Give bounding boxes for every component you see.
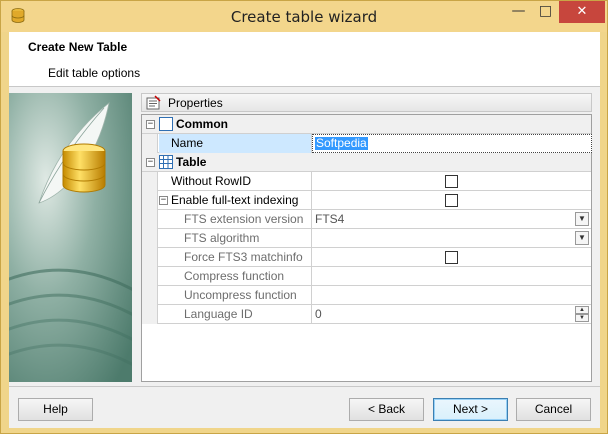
property-label: Without RowID <box>159 172 312 191</box>
page-title: Create New Table <box>28 40 128 54</box>
fts-algorithm-dropdown-icon[interactable]: ▼ <box>575 231 589 245</box>
row-gutter <box>142 248 158 267</box>
name-input[interactable]: Softpedia <box>312 134 592 153</box>
row-gutter <box>142 172 158 191</box>
spin-down-icon[interactable]: ▼ <box>575 314 589 322</box>
fts-algorithm-value[interactable] <box>313 229 591 248</box>
property-label: Uncompress function <box>159 286 312 305</box>
help-button[interactable]: Help <box>18 398 93 421</box>
property-row-enable-fts[interactable]: − Enable full-text indexing <box>142 191 591 210</box>
fts-version-value[interactable]: FTS4 <box>313 210 591 229</box>
close-button[interactable]: ✕ <box>559 1 605 23</box>
collapse-table-icon[interactable]: − <box>146 158 155 167</box>
property-row-fts-version[interactable]: FTS extension version FTS4 ▼ <box>142 210 591 229</box>
minimize-button[interactable]: — <box>505 1 532 23</box>
wizard-header: Create New Table Edit table options <box>9 32 600 87</box>
property-row-force-fts3[interactable]: Force FTS3 matchinfo <box>142 248 591 267</box>
category-table[interactable]: − Table <box>142 153 591 172</box>
wizard-side-image <box>9 93 132 382</box>
cancel-button[interactable]: Cancel <box>516 398 591 421</box>
table-grid-icon <box>159 155 173 169</box>
back-button[interactable]: < Back <box>349 398 424 421</box>
row-gutter <box>142 210 158 229</box>
property-row-without-rowid[interactable]: Without RowID <box>142 172 591 191</box>
property-label: Name <box>159 134 312 153</box>
uncompress-function-value[interactable] <box>313 286 591 305</box>
collapse-common-icon[interactable]: − <box>146 120 155 129</box>
row-gutter <box>142 229 158 248</box>
property-row-name[interactable]: Name Softpedia <box>142 134 592 153</box>
row-gutter <box>142 191 158 210</box>
force-fts3-checkbox[interactable] <box>445 251 458 264</box>
category-label: Common <box>176 117 228 131</box>
property-label: Enable full-text indexing <box>159 191 312 210</box>
property-row-uncompress[interactable]: Uncompress function <box>142 286 591 305</box>
property-label: FTS algorithm <box>159 229 312 248</box>
property-label: Force FTS3 matchinfo <box>159 248 312 267</box>
property-label: FTS extension version <box>159 210 312 229</box>
wizard-window: Create table wizard — □ ✕ Create New Tab… <box>0 0 608 434</box>
category-label: Table <box>176 155 207 169</box>
maximize-button[interactable]: □ <box>532 1 559 23</box>
language-id-value[interactable]: 0 <box>313 305 591 324</box>
property-label: Compress function <box>159 267 312 286</box>
properties-label: Properties <box>168 96 223 110</box>
without-rowid-checkbox[interactable] <box>445 175 458 188</box>
row-gutter <box>142 286 158 305</box>
category-common[interactable]: − Common <box>142 115 591 134</box>
button-bar: Help < Back Next > Cancel <box>9 386 600 428</box>
property-row-fts-algorithm[interactable]: FTS algorithm ▼ <box>142 229 591 248</box>
common-category-icon <box>159 117 173 131</box>
property-grid[interactable]: − Common Name Softpedia − Table Without … <box>141 114 592 382</box>
row-gutter <box>142 267 158 286</box>
properties-icon <box>146 95 161 110</box>
title-bar[interactable]: Create table wizard — □ ✕ <box>1 1 607 32</box>
compress-function-value[interactable] <box>313 267 591 286</box>
row-gutter <box>142 134 158 153</box>
client-area: Create New Table Edit table options Prop… <box>9 32 600 428</box>
next-button[interactable]: Next > <box>433 398 508 421</box>
language-id-spinner[interactable]: ▲ ▼ <box>575 306 589 322</box>
page-subtitle: Edit table options <box>48 66 141 80</box>
enable-fts-checkbox[interactable] <box>445 194 458 207</box>
property-row-compress[interactable]: Compress function <box>142 267 591 286</box>
name-input-value: Softpedia <box>315 136 368 150</box>
row-gutter <box>142 305 158 324</box>
fts-version-dropdown-icon[interactable]: ▼ <box>575 212 589 226</box>
property-row-language-id[interactable]: Language ID 0 ▲ ▼ <box>142 305 591 324</box>
properties-header: Properties <box>141 93 592 112</box>
property-label: Language ID <box>159 305 312 324</box>
spin-up-icon[interactable]: ▲ <box>575 306 589 314</box>
